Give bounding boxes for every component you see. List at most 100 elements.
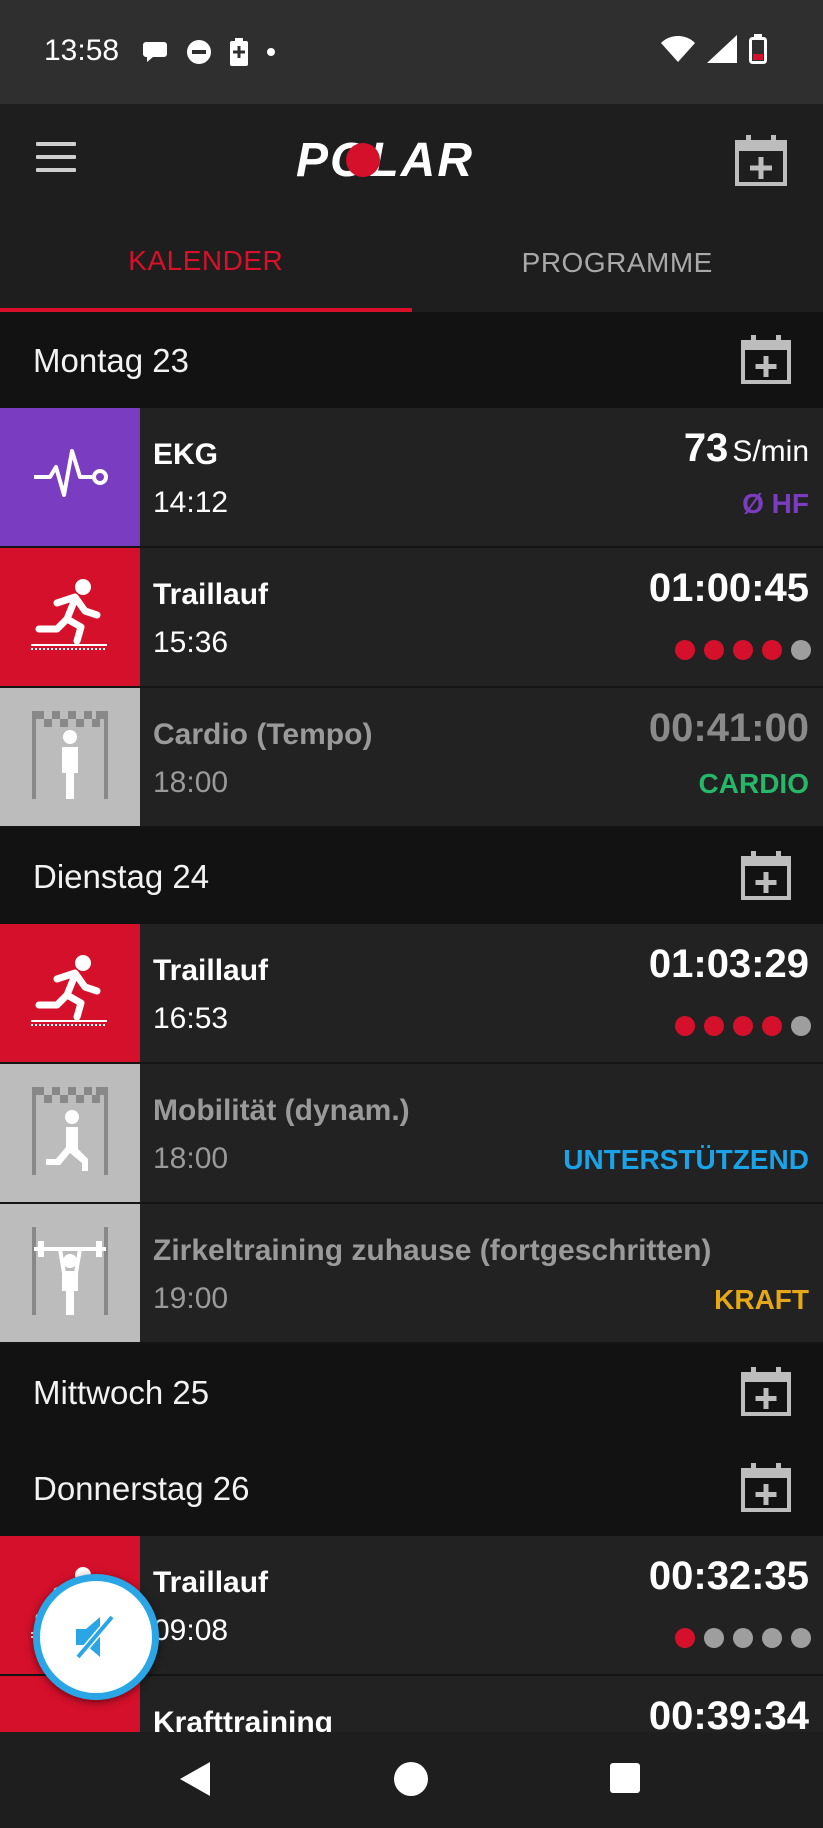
status-bar: 13:58: [0, 0, 823, 104]
training-name: Zirkeltraining zuhause (fortgeschritten): [153, 1234, 712, 1267]
training-load-dots: [675, 640, 811, 660]
strength-icon: [27, 1723, 113, 1733]
load-dot: [704, 1628, 724, 1648]
training-time: 19:00: [153, 1282, 229, 1315]
value-number: 00:39:34: [648, 1694, 809, 1732]
load-dot: [791, 1628, 811, 1648]
training-name: Traillauf: [153, 578, 269, 611]
app-bar: POLAR: [0, 104, 823, 214]
wifi-icon: [661, 36, 695, 62]
load-dot: [704, 640, 724, 660]
load-dot: [704, 1016, 724, 1036]
load-dot: [675, 640, 695, 660]
day-title: Montag 23: [33, 342, 189, 379]
status-time: 13:58: [44, 34, 120, 67]
training-tag: UNTERSTÜTZEND: [563, 1144, 809, 1175]
back-icon[interactable]: [178, 1760, 212, 1798]
calendar-add-icon[interactable]: [735, 134, 787, 186]
training-value: 73 S/min: [684, 426, 809, 471]
training-thumbnail: [0, 924, 140, 1062]
lunge-person-goal-icon: [28, 1083, 112, 1184]
training-name: Cardio (Tempo): [153, 718, 373, 751]
load-dot: [762, 1016, 782, 1036]
heartbeat-icon: [30, 445, 110, 510]
standing-person-goal-icon: [28, 707, 112, 808]
load-dot: [733, 1016, 753, 1036]
tab-programme[interactable]: PROGRAMME: [412, 214, 823, 312]
training-time: 15:36: [153, 626, 229, 659]
tab-bar: KALENDER PROGRAMME: [0, 214, 823, 312]
training-value: 00:32:35: [649, 1554, 809, 1599]
training-row[interactable]: Mobilität (dynam.) 18:00 UNTERSTÜTZEND: [0, 1064, 823, 1204]
load-dot: [791, 1016, 811, 1036]
training-thumbnail: [0, 408, 140, 546]
do-not-disturb-icon: [187, 40, 211, 64]
load-dot: [675, 1016, 695, 1036]
menu-icon[interactable]: [36, 142, 76, 176]
day-header: Montag 23: [0, 312, 823, 408]
training-load-dots: [675, 1628, 811, 1648]
signal-icon: [707, 35, 737, 63]
value-number: 01:00:45: [648, 566, 809, 610]
barbell-person-goal-icon: [28, 1223, 112, 1324]
system-nav-bar: [0, 1732, 823, 1828]
training-tag: KRAFT: [714, 1284, 809, 1315]
running-icon: [27, 577, 113, 658]
status-icons-left: [142, 38, 276, 66]
mute-button[interactable]: [33, 1574, 159, 1700]
load-dot: [675, 1628, 695, 1648]
value-number: 01:03:29: [648, 942, 809, 986]
training-time: 18:00: [153, 1142, 229, 1175]
training-value: 01:00:45: [649, 566, 809, 611]
day-header: Mittwoch 25: [0, 1344, 823, 1440]
load-dot: [762, 640, 782, 660]
value-number: 73: [683, 426, 729, 470]
training-thumbnail: [0, 548, 140, 686]
chat-bubble-icon: [143, 42, 167, 62]
logo-text: POLAR: [296, 134, 474, 186]
load-dot: [791, 640, 811, 660]
training-time: 16:53: [153, 1002, 229, 1035]
training-thumbnail: [0, 1064, 140, 1202]
training-time: 14:12: [153, 486, 229, 519]
training-row[interactable]: Traillauf 16:53 01:03:29: [0, 924, 823, 1064]
training-time: 18:00: [153, 766, 229, 799]
recents-icon[interactable]: [610, 1763, 640, 1793]
training-name: Mobilität (dynam.): [153, 1094, 410, 1127]
mute-icon: [75, 1614, 115, 1660]
training-value: 00:41:00: [649, 706, 809, 751]
load-dot: [733, 1628, 753, 1648]
polar-logo: POLAR: [296, 134, 474, 186]
training-name: Traillauf: [153, 1566, 269, 1599]
training-time: 09:08: [153, 1614, 229, 1647]
training-thumbnail: [0, 1204, 140, 1342]
tab-kalender[interactable]: KALENDER: [0, 214, 412, 312]
training-value: 01:03:29: [649, 942, 809, 987]
training-tag: Ø HF: [742, 488, 809, 519]
training-row[interactable]: Cardio (Tempo) 18:00 00:41:00 CARDIO: [0, 688, 823, 828]
training-row[interactable]: EKG 14:12 73 S/min Ø HF: [0, 408, 823, 548]
training-thumbnail: [0, 688, 140, 826]
calendar-add-icon[interactable]: [741, 334, 791, 384]
training-row[interactable]: Zirkeltraining zuhause (fortgeschritten)…: [0, 1204, 823, 1344]
load-dot: [762, 1628, 782, 1648]
running-icon: [27, 953, 113, 1034]
training-name: EKG: [153, 438, 219, 471]
training-name: Traillauf: [153, 954, 269, 987]
calendar-add-icon[interactable]: [741, 1366, 791, 1416]
day-title: Mittwoch 25: [33, 1374, 210, 1411]
day-title: Donnerstag 26: [33, 1470, 250, 1507]
calendar-add-icon[interactable]: [741, 1462, 791, 1512]
training-row[interactable]: Traillauf 15:36 01:00:45: [0, 548, 823, 688]
status-icons-right: [661, 34, 767, 64]
day-header: Donnerstag 26: [0, 1440, 823, 1536]
day-title: Dienstag 24: [33, 858, 210, 895]
training-name: Krafttraining: [153, 1706, 333, 1732]
home-icon[interactable]: [394, 1762, 428, 1796]
training-load-dots: [675, 1016, 811, 1036]
calendar-list[interactable]: Montag 23 EKG 14:12 73 S/min Ø HF Traillauf…: [0, 312, 823, 1732]
value-number: 00:32:35: [648, 1554, 809, 1598]
battery-icon: [749, 34, 767, 64]
calendar-add-icon[interactable]: [741, 850, 791, 900]
load-dot: [733, 640, 753, 660]
